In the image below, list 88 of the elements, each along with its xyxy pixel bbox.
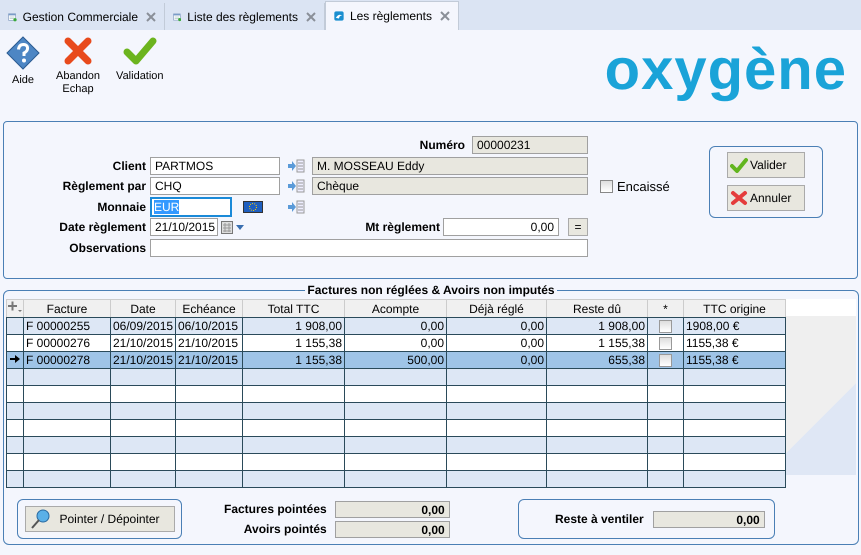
table-cell: 21/10/2015 [176, 352, 242, 368]
validate-button[interactable]: Valider [727, 152, 805, 178]
close-icon [306, 12, 316, 22]
caret-icon[interactable] [236, 224, 244, 230]
table-cell: 0,00 [344, 318, 446, 334]
input-field[interactable]: CHQ [150, 177, 280, 196]
equals-button[interactable]: = [568, 218, 588, 236]
row-pointer-icon [10, 354, 20, 364]
field-label: Règlement par [62, 179, 147, 194]
tab-close-button[interactable] [304, 12, 318, 22]
table-cell: 1 908,00 [546, 318, 648, 334]
table-cell: 1155,38 € [684, 334, 786, 352]
field-label: Monnaie [96, 200, 147, 214]
table-cell: 06/09/2015 [110, 318, 176, 334]
field-label: Avoirs pointés [242, 522, 327, 536]
checkbox[interactable] [659, 354, 672, 368]
pointer-button[interactable]: Pointer / Dépointer [24, 506, 174, 532]
checkbox[interactable] [659, 320, 672, 334]
flag-icon [243, 200, 263, 213]
table-cell: 0,00 [446, 352, 546, 368]
lookup-icon[interactable] [287, 158, 305, 173]
column-header[interactable]: Total TTC [242, 300, 344, 318]
field-label: Date règlement [58, 220, 147, 234]
field-label: Client [112, 158, 147, 173]
table-cell: F 00000276 [24, 334, 110, 352]
lookup-icon[interactable] [287, 200, 305, 214]
checkbox-label: Encaissé [617, 178, 670, 194]
input-field[interactable]: 0,00 [443, 218, 559, 236]
column-header[interactable]: Echéance [176, 300, 242, 318]
add-column-icon[interactable] [7, 300, 23, 314]
table-cell: 0,00 [344, 334, 446, 352]
checkbox[interactable] [659, 337, 672, 350]
checkbox[interactable] [600, 180, 613, 193]
column-header[interactable]: Facture [24, 300, 110, 318]
total-field: 0,00 [652, 510, 765, 528]
tab-close-button[interactable] [144, 12, 158, 22]
lookup-icon[interactable] [287, 179, 305, 194]
help-button[interactable]: Aide [4, 36, 42, 87]
column-header[interactable]: Acompte [344, 300, 446, 318]
help-icon [6, 36, 40, 70]
table-cell: 1 155,38 [546, 334, 648, 352]
table-cell: 0,00 [446, 334, 546, 352]
check-icon [122, 36, 157, 66]
logo: oxygène [604, 40, 847, 100]
calendar-icon[interactable] [221, 220, 233, 234]
input-field[interactable]: 00000231 [472, 136, 588, 154]
cancel-button[interactable]: Annuler [727, 185, 805, 211]
tab[interactable]: Les règlements [325, 1, 459, 30]
table-cell: 500,00 [344, 352, 446, 368]
table-cell: 21/10/2015 [110, 352, 176, 368]
field-label: Mt règlement [364, 220, 440, 234]
cross-icon [730, 190, 748, 206]
column-header[interactable]: TTC origine [684, 300, 786, 318]
close-icon [146, 12, 156, 22]
table-cell: 0,00 [446, 318, 546, 334]
table-cell: 1 155,38 [242, 334, 344, 352]
table-cell: 1 908,00 [242, 318, 344, 334]
column-header[interactable]: * [648, 300, 684, 318]
validate-button[interactable]: Validation [114, 36, 166, 83]
check-icon [730, 157, 748, 173]
table-cell: 21/10/2015 [110, 334, 176, 352]
input-field[interactable]: Chèque [312, 177, 588, 196]
table-cell: 21/10/2015 [176, 334, 242, 352]
table-cell: F 00000278 [24, 352, 110, 368]
total-field: 0,00 [334, 500, 450, 518]
table-cell: 655,38 [546, 352, 648, 368]
close-icon [440, 11, 450, 21]
table-cell: 1 155,38 [242, 352, 344, 368]
field-label: Numéro [418, 138, 466, 152]
column-header[interactable]: Déjà réglé [446, 300, 546, 318]
cross-icon [63, 36, 94, 66]
input-field[interactable]: M. MOSSEAU Eddy [312, 156, 588, 175]
column-header[interactable]: Date [110, 300, 176, 318]
input-field[interactable]: 21/10/2015 [150, 218, 218, 236]
total-field: 0,00 [334, 520, 450, 538]
tab-close-button[interactable] [438, 11, 452, 21]
table-cell: 1155,38 € [684, 352, 786, 368]
input-field[interactable]: PARTMOS [150, 156, 280, 175]
table-cell: F 00000255 [24, 318, 110, 334]
column-header[interactable]: Reste dû [546, 300, 648, 318]
table-cell: 06/10/2015 [176, 318, 242, 334]
cancel-button[interactable]: Abandon Echap [54, 36, 102, 96]
section-title: Factures non réglées & Avoirs non imputés [306, 283, 556, 297]
field-label: Reste à ventiler [554, 512, 644, 526]
table-cell: 1908,00 € [684, 318, 786, 334]
field-label: Observations [68, 240, 147, 255]
field-label: Factures pointées [224, 502, 327, 516]
input-field[interactable] [150, 238, 588, 257]
